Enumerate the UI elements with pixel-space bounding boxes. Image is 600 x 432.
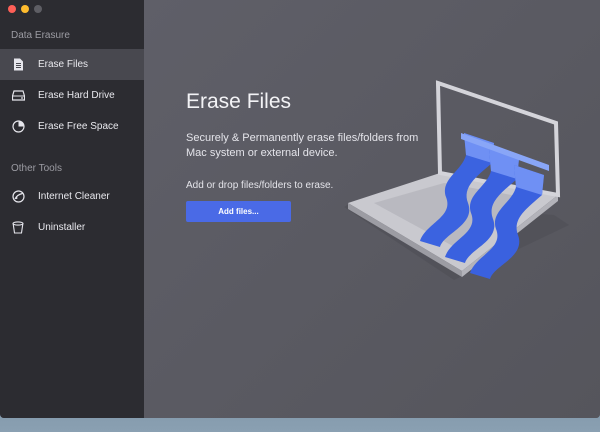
globe-icon [11,190,25,204]
sidebar-item-label: Uninstaller [38,222,86,233]
sidebar-item-erase-free-space[interactable]: Erase Free Space [0,111,144,142]
sidebar-item-label: Erase Free Space [38,121,119,132]
drop-hint: Add or drop files/folders to erase. [186,180,334,191]
minimize-window-button[interactable] [21,5,29,13]
sidebar-item-label: Internet Cleaner [38,191,110,202]
zoom-window-button[interactable] [34,5,42,13]
add-files-button[interactable]: Add files... [186,201,291,222]
trash-icon [11,221,25,235]
section-title-other-tools: Other Tools [11,163,62,174]
main-panel: Erase Files Securely & Permanently erase… [144,0,600,418]
laptop-shredder-icon [344,80,569,280]
sidebar-item-label: Erase Hard Drive [38,90,115,101]
hard-drive-icon [11,89,25,103]
section-title-data-erasure: Data Erasure [11,30,70,41]
sidebar-item-uninstaller[interactable]: Uninstaller [0,212,144,243]
page-title: Erase Files [186,90,292,113]
close-window-button[interactable] [8,5,16,13]
window-controls [8,5,42,13]
sidebar: Data Erasure Erase Files Erase Hard Driv… [0,0,144,418]
document-icon [11,58,25,72]
app-window: Data Erasure Erase Files Erase Hard Driv… [0,0,600,418]
sidebar-item-erase-files[interactable]: Erase Files [0,49,144,80]
sidebar-item-internet-cleaner[interactable]: Internet Cleaner [0,181,144,212]
sidebar-item-erase-hard-drive[interactable]: Erase Hard Drive [0,80,144,111]
sidebar-item-label: Erase Files [38,59,89,70]
pie-chart-icon [11,120,25,134]
